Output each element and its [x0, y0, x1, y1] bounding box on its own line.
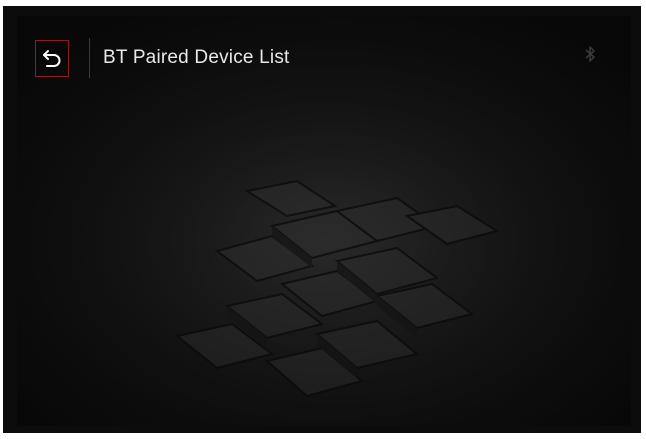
bluetooth-icon: [585, 46, 595, 62]
screen: BT Paired Device List: [17, 16, 631, 426]
back-arrow-icon: [43, 49, 61, 67]
device-frame: BT Paired Device List: [3, 6, 641, 433]
back-button[interactable]: [35, 40, 69, 77]
header-bar: BT Paired Device List: [17, 16, 631, 80]
header-divider: [89, 38, 90, 78]
page-title: BT Paired Device List: [103, 47, 290, 68]
